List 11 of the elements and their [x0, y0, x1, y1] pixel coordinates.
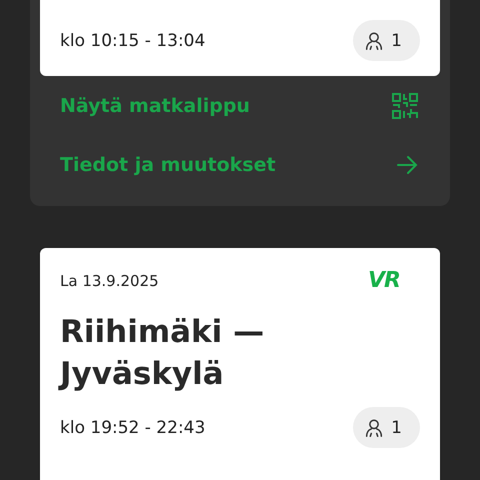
logo: VR — [368, 268, 400, 293]
qr-code-icon — [392, 92, 418, 118]
action-link[interactable]: Näytä matkalippu — [40, 76, 440, 135]
route-title: Riihimäki — Jyväskylä — [60, 313, 266, 394]
passenger-badge: 1 — [353, 20, 420, 61]
arrow-right-icon — [396, 154, 418, 176]
action-link[interactable]: Tiedot ja muutokset — [40, 135, 440, 194]
trip-time: klo 19:52 - 22:43 — [60, 418, 206, 438]
trip-time: klo 10:15 - 13:04 — [60, 30, 206, 50]
trip-date: La 13.9.2025 — [60, 272, 159, 290]
passenger-badge: 1 — [353, 407, 420, 448]
